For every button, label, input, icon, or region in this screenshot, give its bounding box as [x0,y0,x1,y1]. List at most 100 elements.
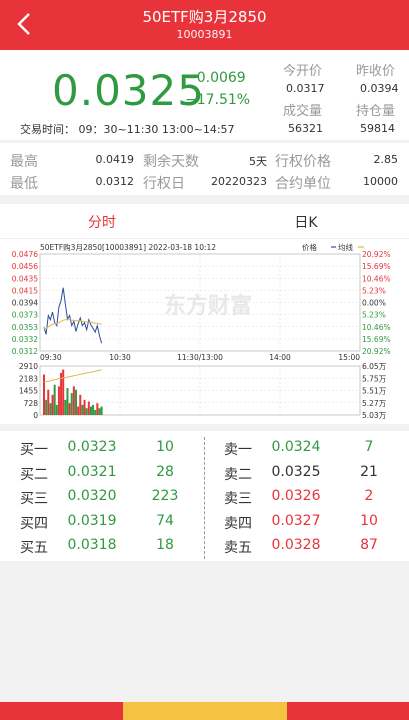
price-tick-label: 0.0476 [12,250,38,259]
volume-bar [49,403,52,415]
bid-level-label: 买一 [20,442,48,458]
volume-bar [55,404,58,415]
volume-bar [98,408,101,415]
chart-title: 50ETF购3月2850[10003891] 2022-03-18 10:12 [40,242,216,252]
ask-row: 卖二 0.0325 21 [224,464,409,484]
order-book: 买一 0.0323 10 买二 0.0321 28 买三 0.0320 223 买四 0.0319 7… [0,431,409,561]
price-tick-label: 0.0373 [12,311,38,320]
watermark-text: 东方财富 [164,293,252,319]
volume-bar [43,374,45,415]
price-change: −0.0069 [185,70,246,86]
volume-bar [51,394,54,415]
volume-tick-label: 2183 [19,374,38,383]
trading-hours: 交易时间： 09：30~11:30 13:00~14:57 [20,123,235,136]
ask-row: 卖三 0.0326 2 [224,488,409,508]
bid-row: 买四 0.0319 74 [20,513,205,533]
bid-row: 买二 0.0321 28 [20,464,205,484]
tab-daily-k[interactable]: 日K [206,212,406,232]
volume-bar [96,403,99,415]
high-label: 最高 [10,154,38,170]
contract-code: 10003891 [176,28,233,41]
ask-volume: 2 [364,488,374,504]
tab-divider [0,238,409,239]
volume-bar [77,406,80,415]
price-tick-label: 0.0456 [12,262,38,271]
hold-button[interactable] [123,702,287,720]
days-left-label: 剩余天数 [143,154,199,170]
bid-row: 买五 0.0318 18 [20,537,205,557]
tab-intraday[interactable]: 分时 [2,212,202,232]
last-price: 0.0325 [52,66,205,115]
price-tick-label: 0.0394 [12,299,38,308]
volume-bar [57,386,60,415]
price-tick-label: 0.0332 [12,335,38,344]
pct-tick-label: 20.92% [362,250,391,259]
time-tick-label: 14:00 [269,353,291,362]
volume-bar [70,393,73,415]
volume-bar [64,399,67,415]
ask-price: 0.0324 [271,439,321,455]
title-bar: 50ETF购3月2850 10003891 [0,0,409,50]
ask-level-label: 卖一 [224,442,252,458]
volume-bar [60,372,63,415]
ask-volume: 21 [360,463,378,480]
bid-volume: 223 [151,488,179,504]
volume-bar [45,399,48,415]
volume-value: 56321 [288,122,323,135]
time-tick-label: 10:30 [109,353,131,362]
pct-tick-label: 0.00% [362,299,386,308]
volume-bar [87,401,90,415]
ask-row: 卖五 0.0328 87 [224,537,409,557]
strike-price-value: 2.85 [373,153,399,166]
buy-button[interactable] [287,702,409,720]
days-left-value: 5天 [249,155,267,168]
open-interest-tick-label: 5.27万 [362,399,387,408]
volume-bar [85,408,88,415]
bid-row: 买一 0.0323 10 [20,439,205,459]
volume-bar [100,406,103,415]
open-interest-tick-label: 6.05万 [362,362,387,371]
pct-tick-label: 15.69% [362,262,391,271]
prev-close-value: 0.0394 [360,82,399,95]
price-tick-label: 0.0353 [12,323,38,332]
exercise-date-value: 20220323 [211,175,267,188]
ask-level-label: 卖五 [224,540,252,556]
ask-row: 卖四 0.0327 10 [224,513,409,533]
volume-bar [75,389,77,415]
volume-bar [53,384,56,415]
sell-button[interactable] [0,702,123,720]
volume-bar [92,404,95,415]
bid-volume: 28 [156,463,174,480]
strike-price-label: 行权价格 [275,154,331,170]
volume-bar [62,369,65,415]
price-tick-label: 0.0435 [12,274,38,283]
intraday-chart[interactable]: 50ETF购3月2850[10003891] 2022-03-18 10:12 … [0,240,409,424]
open-interest-tick-label: 5.51万 [362,387,387,396]
open-label: 今开价 [283,64,323,79]
open-interest-line [43,369,102,383]
bid-price: 0.0318 [67,537,117,553]
bid-row: 买三 0.0320 223 [20,488,205,508]
stats-panel: 最高 0.0419 最低 0.0312 剩余天数 5天 行权日 20220323… [0,143,409,195]
pct-tick-label: 5.23% [362,286,386,295]
volume-tick-label: 1455 [19,387,38,396]
legend-price: 价格 [302,242,317,252]
ask-price: 0.0326 [271,488,321,504]
ask-level-label: 卖二 [224,466,252,483]
open-value: 0.0317 [286,82,325,95]
pct-tick-label: 15.69% [362,335,391,344]
legend-avg: 均线 [338,242,353,252]
bid-volume: 10 [156,439,174,455]
ask-volume: 87 [360,537,378,553]
high-value: 0.0419 [95,153,135,166]
volume-tick-label: 2910 [19,362,38,371]
bid-level-label: 买四 [20,515,48,532]
low-value: 0.0312 [95,175,135,188]
bid-price: 0.0319 [67,512,117,529]
volume-bar [89,406,92,415]
prev-close-label: 昨收价 [356,64,396,79]
open-interest-label: 持仓量 [356,104,396,119]
bid-level-label: 买二 [20,466,48,483]
quote-panel: 0.0325 −0.0069 −17.51% 交易时间： 09：30~11:30… [0,50,409,140]
order-book-divider [204,437,205,559]
